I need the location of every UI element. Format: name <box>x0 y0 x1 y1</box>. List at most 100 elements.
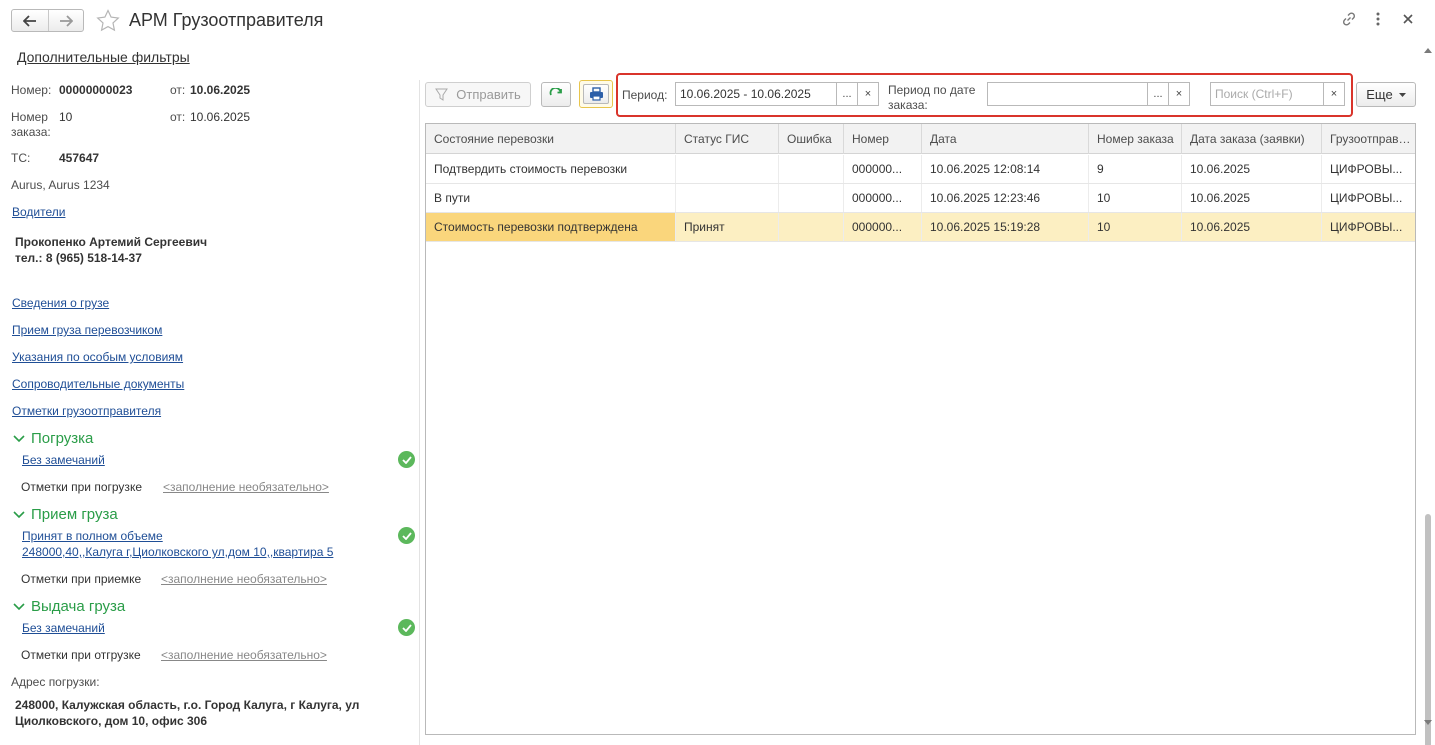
column-header[interactable]: Дата заказа (заявки) <box>1182 124 1322 154</box>
address-line-2: Циолковского, дом 10, офис 306 <box>15 714 207 728</box>
search-clear-button[interactable]: × <box>1323 82 1345 106</box>
order-value: 10 <box>59 110 73 124</box>
table-cell: Принят <box>676 213 779 241</box>
more-vertical-icon[interactable] <box>1372 11 1384 27</box>
vehicle-label: ТС: <box>11 151 31 165</box>
table-cell: 10.06.2025 <box>1182 184 1322 212</box>
arrow-left-icon <box>22 14 36 27</box>
column-header[interactable]: Состояние перевозки <box>426 124 676 154</box>
table-cell: 10 <box>1089 184 1182 212</box>
panel-divider[interactable] <box>419 80 420 745</box>
table-cell: 10.06.2025 12:23:46 <box>922 184 1089 212</box>
delivery-status-link[interactable]: Без замечаний <box>22 621 105 635</box>
column-header[interactable]: Ошибка <box>779 124 844 154</box>
address-line-1: 248000, Калужская область, г.о. Город Ка… <box>15 698 360 712</box>
period-select-button[interactable]: ... <box>836 82 858 106</box>
table-cell: ЦИФРОВЫ... <box>1330 162 1403 176</box>
table-cell <box>779 184 844 212</box>
receiving-address-link[interactable]: 248000,40,,Калуга г,Циолковского ул,дом … <box>22 545 333 559</box>
receiving-group-title: Прием груза <box>31 506 118 523</box>
column-header[interactable]: Статус ГИС <box>676 124 779 154</box>
order-from-label: от: <box>170 110 186 124</box>
table-cell: 10 <box>1089 213 1182 241</box>
column-header[interactable]: Номер <box>844 124 922 154</box>
column-header[interactable]: Грузоотправитель <box>1322 124 1415 154</box>
number-from-label: от: <box>170 83 186 97</box>
additional-filters-link[interactable]: Дополнительные фильтры <box>17 49 190 65</box>
receiving-status-link[interactable]: Принят в полном объеме <box>22 529 163 543</box>
drivers-link[interactable]: Водители <box>12 205 65 219</box>
period-clear-button[interactable]: × <box>857 82 879 106</box>
period-label: Период: <box>622 88 668 102</box>
order-label: Номер <box>11 110 48 124</box>
carrier-acceptance-link[interactable]: Прием груза перевозчиком <box>12 323 162 337</box>
print-icon <box>589 87 603 101</box>
window-title: АРМ Грузоотправителя <box>129 10 324 30</box>
chevron-down-icon <box>13 510 25 518</box>
table-row[interactable]: В пути 000000... 10.06.2025 12:23:46 10 … <box>426 184 1415 213</box>
loading-status-link[interactable]: Без замечаний <box>22 453 105 467</box>
close-icon[interactable] <box>1402 13 1414 25</box>
star-icon[interactable] <box>96 9 120 32</box>
forward-button[interactable] <box>47 10 84 31</box>
receiving-marks-label: Отметки при приемке <box>21 572 142 586</box>
table-cell: ЦИФРОВЫ... <box>1330 191 1403 205</box>
period-input[interactable]: 10.06.2025 - 10.06.2025 <box>675 82 837 106</box>
table-row[interactable]: Подтвердить стоимость перевозки 000000..… <box>426 155 1415 184</box>
link-icon[interactable] <box>1341 11 1357 27</box>
table-cell <box>676 155 779 183</box>
delivery-marks-input[interactable]: <заполнение необязательно> <box>161 648 327 662</box>
order-period-select-button[interactable]: ... <box>1147 82 1169 106</box>
driver-name: Прокопенко Артемий Сергеевич <box>15 235 208 249</box>
table-cell: 10.06.2025 12:08:14 <box>922 155 1089 183</box>
back-button[interactable] <box>12 10 48 31</box>
special-conditions-link[interactable]: Указания по особым условиям <box>12 350 183 364</box>
more-button[interactable]: Еще <box>1356 82 1416 107</box>
loading-group-header[interactable]: Погрузка <box>13 430 93 447</box>
receiving-marks-input[interactable]: <заполнение необязательно> <box>161 572 327 586</box>
cargo-info-link[interactable]: Сведения о грузе <box>12 296 109 310</box>
check-circle-icon <box>398 527 415 544</box>
address-label: Адрес погрузки: <box>11 675 100 689</box>
table-row-selected[interactable]: Стоимость перевозки подтверждена Принят … <box>426 213 1415 242</box>
table-cell: 000000... <box>844 155 922 183</box>
table-cell: Стоимость перевозки подтверждена <box>426 213 676 241</box>
column-header[interactable]: Дата <box>922 124 1089 154</box>
table-cell <box>779 155 844 183</box>
number-date-value: 10.06.2025 <box>190 83 251 97</box>
loading-marks-input[interactable]: <заполнение необязательно> <box>163 480 329 494</box>
order-period-input[interactable] <box>987 82 1149 106</box>
vehicle-value: 457647 <box>59 151 100 165</box>
send-button[interactable]: Отправить <box>425 82 531 107</box>
shipper-marks-link[interactable]: Отметки грузоотправителя <box>12 404 161 418</box>
delivery-group-header[interactable]: Выдача груза <box>13 598 125 615</box>
title-bar: АРМ Грузоотправителя <box>0 0 1435 42</box>
scroll-down-icon[interactable] <box>1424 720 1432 725</box>
search-input[interactable]: Поиск (Ctrl+F) <box>1210 82 1325 106</box>
table-cell: 000000... <box>844 184 922 212</box>
column-header[interactable]: Номер заказа <box>1089 124 1182 154</box>
accompanying-docs-link[interactable]: Сопроводительные документы <box>12 377 184 391</box>
table-cell: В пути <box>426 184 676 212</box>
nav-buttons <box>11 9 84 32</box>
delivery-group-title: Выдача груза <box>31 598 126 615</box>
check-circle-icon <box>398 451 415 468</box>
scroll-up-icon[interactable] <box>1424 48 1432 53</box>
vehicle-model: Aurus, Aurus 1234 <box>11 178 110 192</box>
refresh-button[interactable] <box>541 82 571 107</box>
vertical-scrollbar[interactable] <box>1421 42 1435 745</box>
chevron-down-icon <box>13 602 25 610</box>
print-button[interactable] <box>579 80 613 108</box>
number-value: 00000000023 <box>59 83 133 97</box>
driver-phone: тел.: 8 (965) 518-14-37 <box>15 251 142 265</box>
table-cell <box>676 184 779 212</box>
arrow-right-icon <box>59 14 73 27</box>
scrollbar-thumb[interactable] <box>1425 514 1431 745</box>
order-period-label: Период по дате <box>888 83 976 97</box>
chevron-down-icon <box>13 434 25 442</box>
order-date-value: 10.06.2025 <box>190 110 251 124</box>
number-label: Номер: <box>11 83 52 97</box>
caret-down-icon <box>1398 92 1406 97</box>
receiving-group-header[interactable]: Прием груза <box>13 506 118 523</box>
order-period-clear-button[interactable]: × <box>1168 82 1190 106</box>
